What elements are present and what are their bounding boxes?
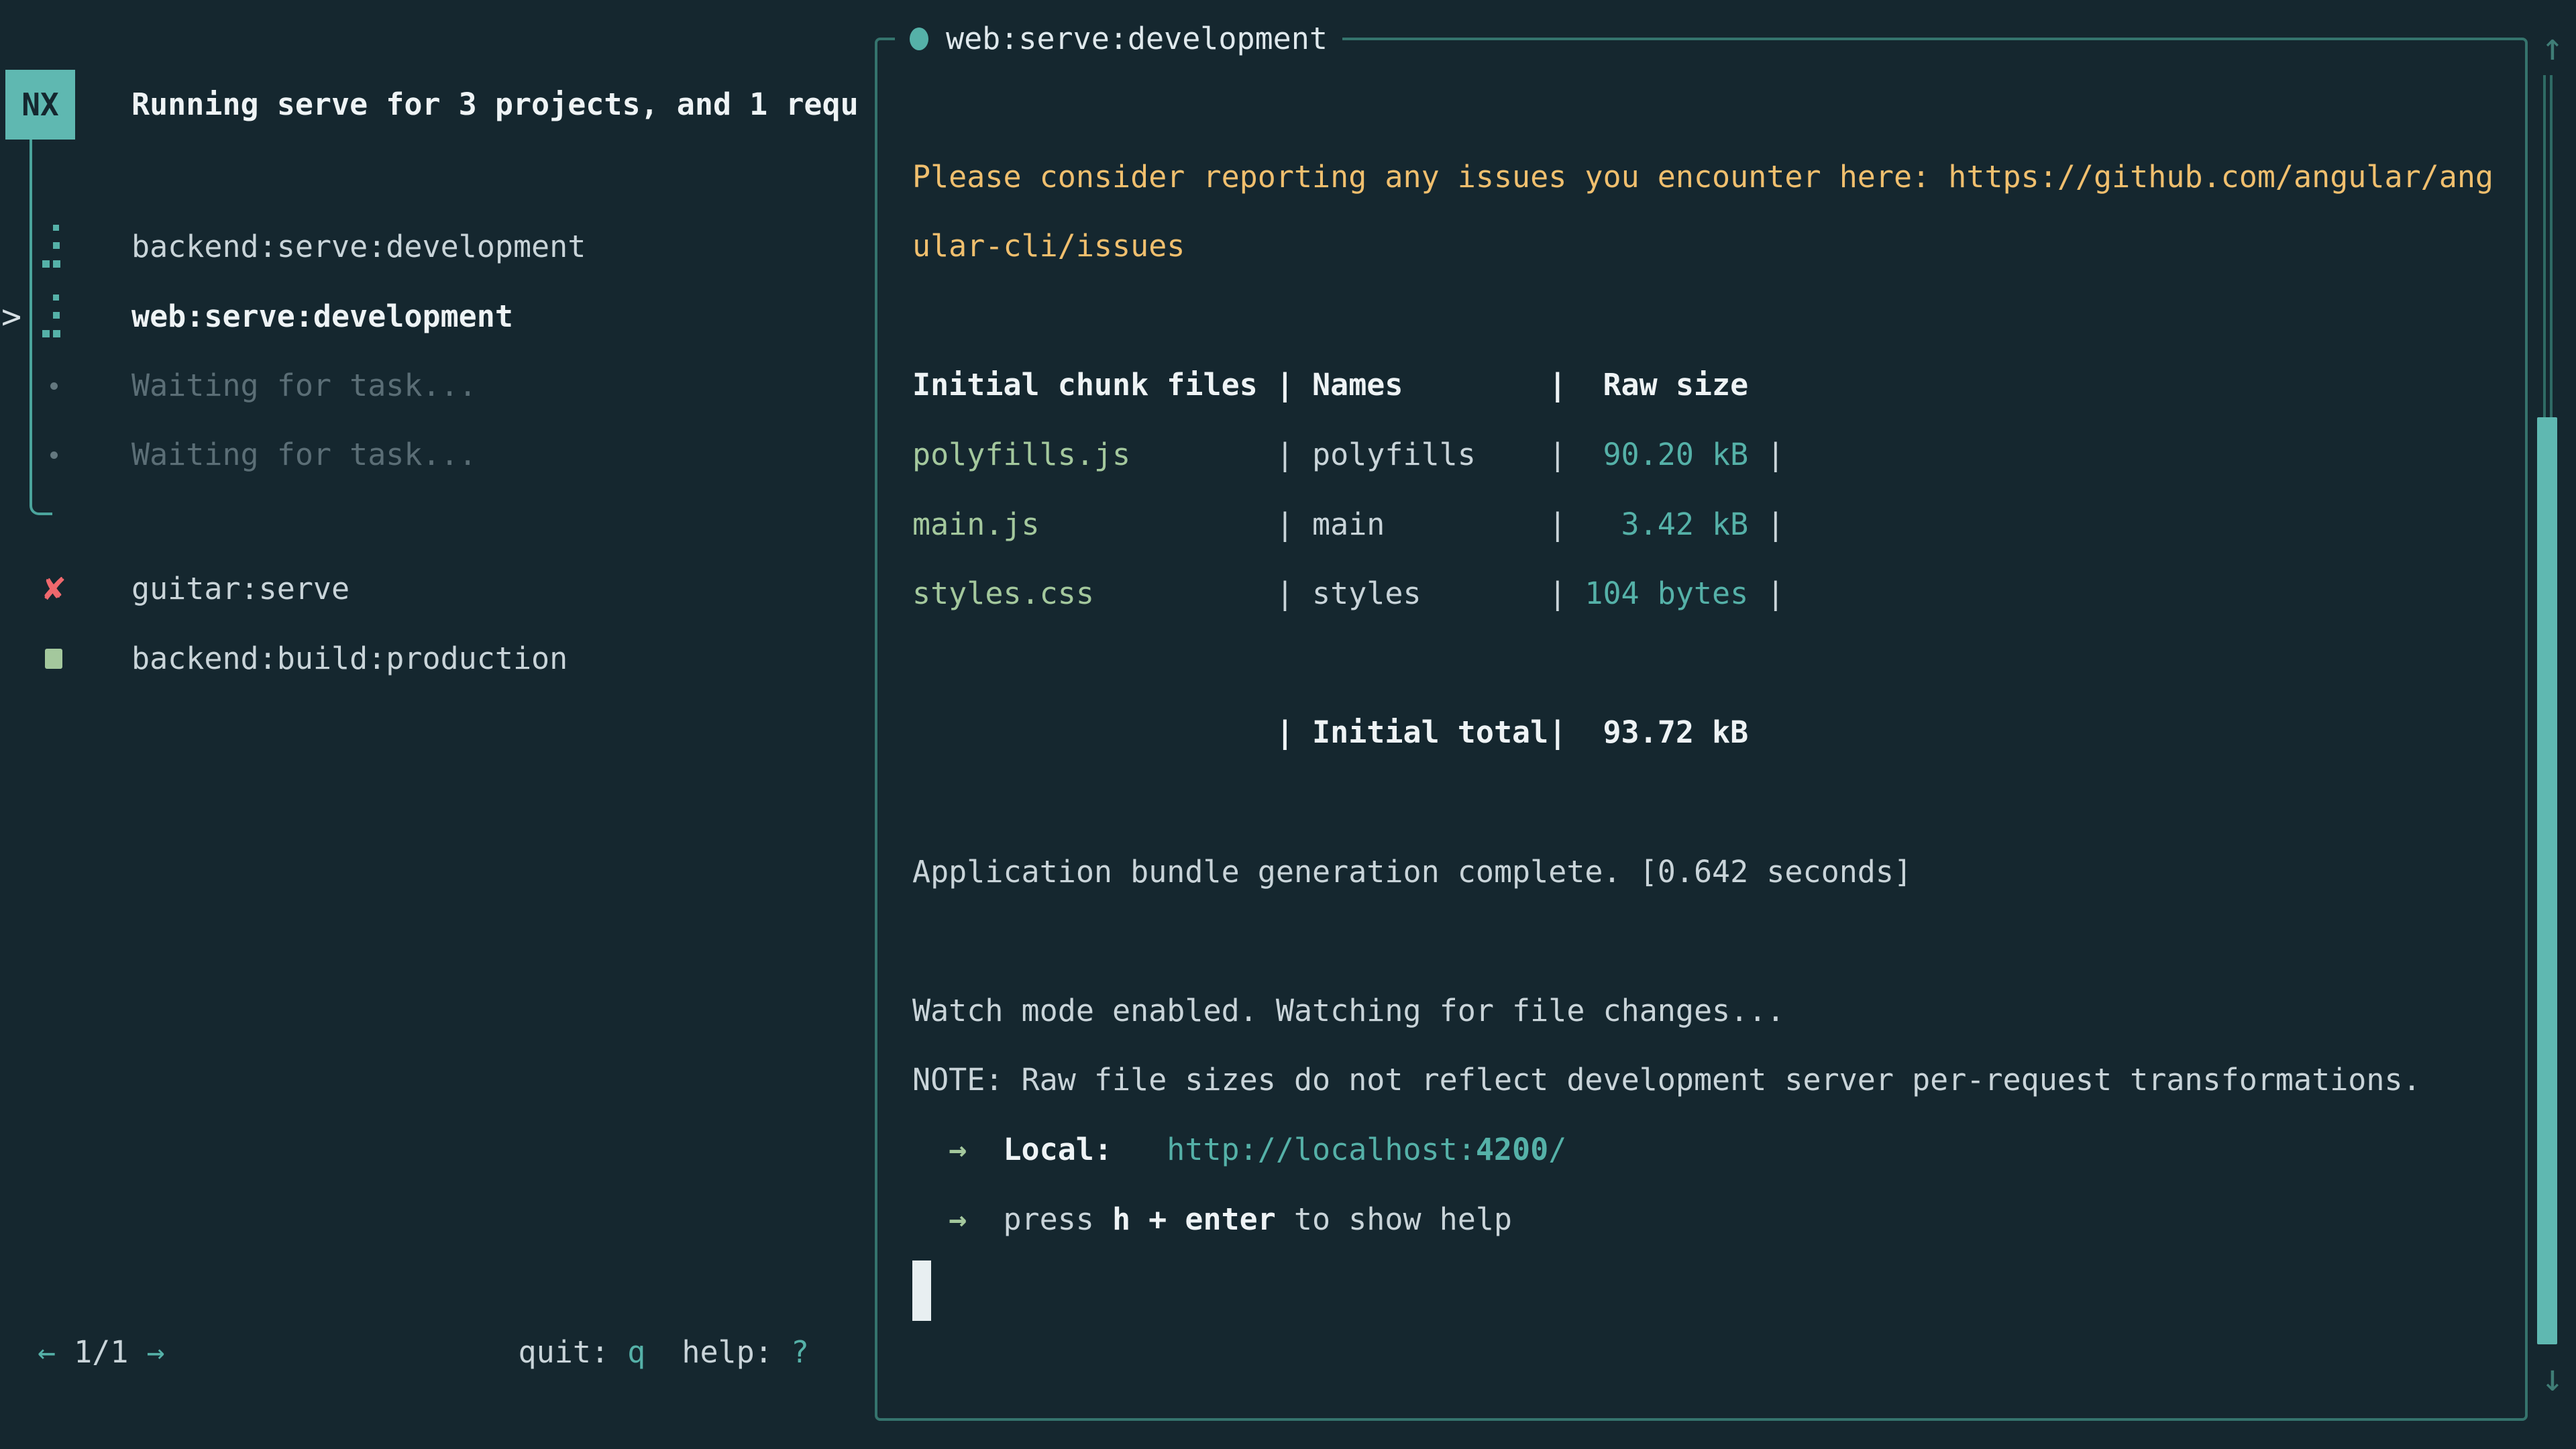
failed-x-icon: ✘ <box>39 554 68 624</box>
output-panel: web:serve:development Please consider re… <box>875 38 2528 1421</box>
local-label: Local: <box>1003 1132 1112 1167</box>
total-size: 93.72 kB <box>1585 698 1748 767</box>
chunk-name: styles <box>1312 559 1548 629</box>
arrow-icon: → <box>949 1201 967 1237</box>
quit-hint-label: quit: <box>519 1334 609 1370</box>
issue-notice-line-2: ular-cli/issues <box>912 211 2498 281</box>
task-row-waiting-1[interactable]: Waiting for task... <box>0 351 867 421</box>
local-url-line: → Local: http://localhost:4200/ <box>912 1115 2498 1185</box>
quit-key: q <box>627 1334 645 1370</box>
arrow-icon: → <box>949 1132 967 1167</box>
cursor-line <box>912 1254 2498 1324</box>
blank-line <box>912 72 2498 142</box>
sidebar-title: Running serve for 3 projects, and 1 requ <box>131 70 869 140</box>
task-label: web:serve:development <box>131 282 513 352</box>
task-row-backend-serve[interactable]: backend:serve:development <box>0 212 867 282</box>
scrollbar-down-icon[interactable]: ↓ <box>2529 1355 2576 1402</box>
initial-total-row: |Initial total|93.72 kB <box>912 698 2498 767</box>
success-square-icon <box>39 624 68 694</box>
spinner-icon <box>39 282 68 352</box>
blank-line <box>912 906 2498 976</box>
url-host: http://localhost: <box>1167 1132 1476 1167</box>
terminal-cursor <box>912 1260 931 1321</box>
terminal-output: Please consider reporting any issues you… <box>912 72 2498 1324</box>
issue-notice-line-1: Please consider reporting any issues you… <box>912 142 2498 212</box>
task-row-guitar-serve[interactable]: ✘ guitar:serve <box>0 554 867 624</box>
task-row-waiting-2[interactable]: Waiting for task... <box>0 420 867 490</box>
panel-title-text: web:serve:development <box>946 4 1328 74</box>
scrollbar-thumb[interactable] <box>2537 417 2557 1344</box>
waiting-dot-icon <box>39 351 68 421</box>
selected-caret-icon: > <box>1 282 21 352</box>
show-help-text: to show help <box>1294 1201 1512 1237</box>
chunk-row-main: main.js|main|3.42 kB| <box>912 490 2498 559</box>
header-names: Names <box>1312 350 1548 420</box>
blank-line <box>912 767 2498 837</box>
task-row-backend-build[interactable]: backend:build:production <box>0 624 867 694</box>
help-key: ? <box>791 1334 809 1370</box>
pagination: ← 1/1 → <box>38 1318 165 1387</box>
chunk-size: 90.20 kB <box>1585 420 1748 490</box>
scrollbar-track[interactable] <box>2543 75 2553 417</box>
task-label: guitar:serve <box>131 554 350 624</box>
help-hint-line: → press h + enter to show help <box>912 1185 2498 1254</box>
running-bullet-icon <box>910 28 928 50</box>
task-row-web-serve[interactable]: > web:serve:development <box>0 282 867 352</box>
nx-logo-badge: NX <box>5 70 75 140</box>
chunk-file: main.js <box>912 490 1276 559</box>
key-combo: h + enter <box>1112 1201 1276 1237</box>
waiting-dot-icon <box>39 420 68 490</box>
key-hints: quit: q help:? <box>519 1318 809 1387</box>
blank-line <box>912 629 2498 698</box>
chunk-size: 104 bytes <box>1585 559 1748 629</box>
total-label: Initial total <box>1312 698 1548 767</box>
page-indicator: 1/1 <box>74 1334 128 1370</box>
url-port: 4200 <box>1476 1132 1548 1167</box>
prev-page-button[interactable]: ← <box>38 1334 56 1370</box>
chunk-row-styles: styles.css|styles|104 bytes| <box>912 559 2498 629</box>
header-files: Initial chunk files <box>912 350 1276 420</box>
spinner-icon <box>39 212 68 282</box>
press-text: press <box>1003 1201 1093 1237</box>
watch-mode-text: Watch mode enabled. Watching for file ch… <box>912 976 2498 1046</box>
nx-tui-screen: NX Running serve for 3 projects, and 1 r… <box>0 0 2576 1449</box>
note-text: NOTE: Raw file sizes do not reflect deve… <box>912 1045 2498 1115</box>
chunk-table-header: Initial chunk files|Names|Raw size <box>912 350 2498 420</box>
chunk-row-polyfills: polyfills.js|polyfills|90.20 kB| <box>912 420 2498 490</box>
blank-line <box>912 281 2498 351</box>
panel-title: web:serve:development <box>895 4 1342 74</box>
task-label: backend:build:production <box>131 624 568 694</box>
help-hint-label: help: <box>682 1334 772 1370</box>
next-page-button[interactable]: → <box>147 1334 165 1370</box>
url-slash: / <box>1548 1132 1566 1167</box>
task-label: backend:serve:development <box>131 212 586 282</box>
chunk-file: styles.css <box>912 559 1276 629</box>
scrollbar-up-icon[interactable]: ↑ <box>2529 24 2576 71</box>
chunk-file: polyfills.js <box>912 420 1276 490</box>
chunk-name: polyfills <box>1312 420 1548 490</box>
chunk-size: 3.42 kB <box>1585 490 1748 559</box>
chunk-name: main <box>1312 490 1548 559</box>
sidebar-footer: ← 1/1 → quit: q help:? <box>38 1318 809 1387</box>
task-label: Waiting for task... <box>131 420 477 490</box>
bundle-complete-text: Application bundle generation complete. … <box>912 837 2498 907</box>
task-label: Waiting for task... <box>131 351 477 421</box>
local-url-link[interactable]: http://localhost:4200/ <box>1167 1132 1566 1167</box>
header-raw-size: Raw size <box>1585 350 1748 420</box>
